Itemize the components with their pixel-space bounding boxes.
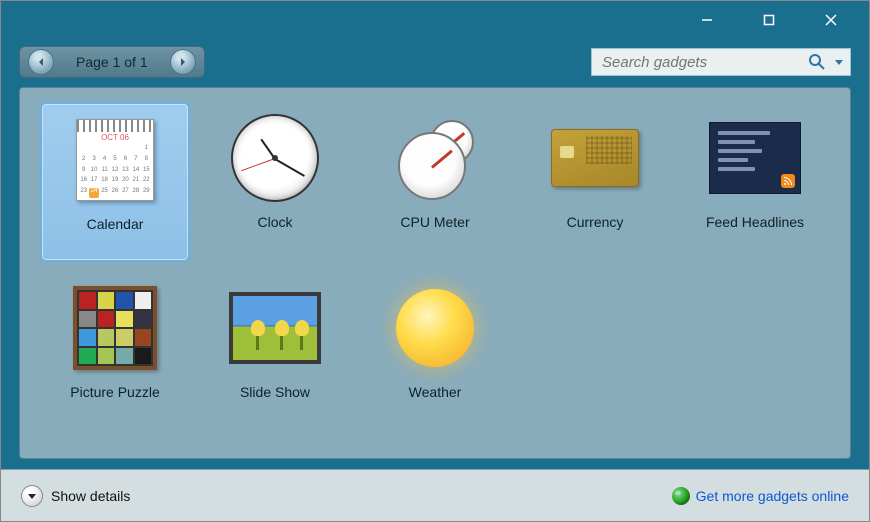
gadget-cpu-meter[interactable]: CPU Meter [360, 102, 510, 262]
sun-icon [385, 278, 485, 378]
next-page-button[interactable] [170, 49, 196, 75]
chevron-down-icon [21, 485, 43, 507]
gadget-label: Picture Puzzle [70, 384, 159, 400]
chevron-right-icon [178, 57, 188, 67]
search-icon[interactable] [808, 53, 826, 71]
chevron-left-icon [36, 57, 46, 67]
titlebar [1, 1, 869, 39]
maximize-button[interactable] [739, 5, 799, 35]
gadget-feed-headlines[interactable]: Feed Headlines [680, 102, 830, 262]
gadget-label: CPU Meter [400, 214, 469, 230]
close-button[interactable] [801, 5, 861, 35]
gadget-label: Calendar [87, 216, 144, 232]
gadget-label: Clock [257, 214, 292, 230]
page-label: Page 1 of 1 [56, 54, 168, 70]
page-navigator: Page 1 of 1 [19, 46, 205, 78]
maximize-icon [763, 14, 775, 26]
gadget-label: Slide Show [240, 384, 310, 400]
show-details-label: Show details [51, 488, 130, 504]
globe-icon [672, 487, 690, 505]
gadget-grid: OCT 06 1 2345678 9101112131415 161718192… [19, 87, 851, 459]
credit-card-icon [545, 108, 645, 208]
footer: Show details Get more gadgets online [1, 469, 869, 521]
gadget-gallery-window: Page 1 of 1 OCT 06 1 2345678 9101112131 [0, 0, 870, 522]
photo-icon [225, 278, 325, 378]
search-dropdown-icon[interactable] [834, 57, 844, 67]
gadget-clock[interactable]: Clock [200, 102, 350, 262]
gadget-currency[interactable]: Currency [520, 102, 670, 262]
prev-page-button[interactable] [28, 49, 54, 75]
search-box[interactable] [591, 48, 851, 76]
puzzle-icon [65, 278, 165, 378]
gadget-label: Weather [409, 384, 462, 400]
toolbar: Page 1 of 1 [1, 39, 869, 85]
get-more-gadgets-link[interactable]: Get more gadgets online [672, 487, 849, 505]
rss-icon [705, 108, 805, 208]
gadget-slide-show[interactable]: Slide Show [200, 272, 350, 432]
search-input[interactable] [602, 54, 804, 71]
close-icon [824, 13, 838, 27]
gadget-label: Feed Headlines [706, 214, 804, 230]
get-more-gadgets-label: Get more gadgets online [696, 488, 849, 504]
gadget-picture-puzzle[interactable]: Picture Puzzle [40, 272, 190, 432]
calendar-icon: OCT 06 1 2345678 9101112131415 161718192… [65, 110, 165, 210]
show-details-button[interactable]: Show details [21, 485, 130, 507]
gadget-calendar[interactable]: OCT 06 1 2345678 9101112131415 161718192… [40, 102, 190, 262]
minimize-icon [700, 13, 714, 27]
gadget-label: Currency [567, 214, 624, 230]
minimize-button[interactable] [677, 5, 737, 35]
clock-icon [225, 108, 325, 208]
gauge-icon [385, 108, 485, 208]
gadget-weather[interactable]: Weather [360, 272, 510, 432]
